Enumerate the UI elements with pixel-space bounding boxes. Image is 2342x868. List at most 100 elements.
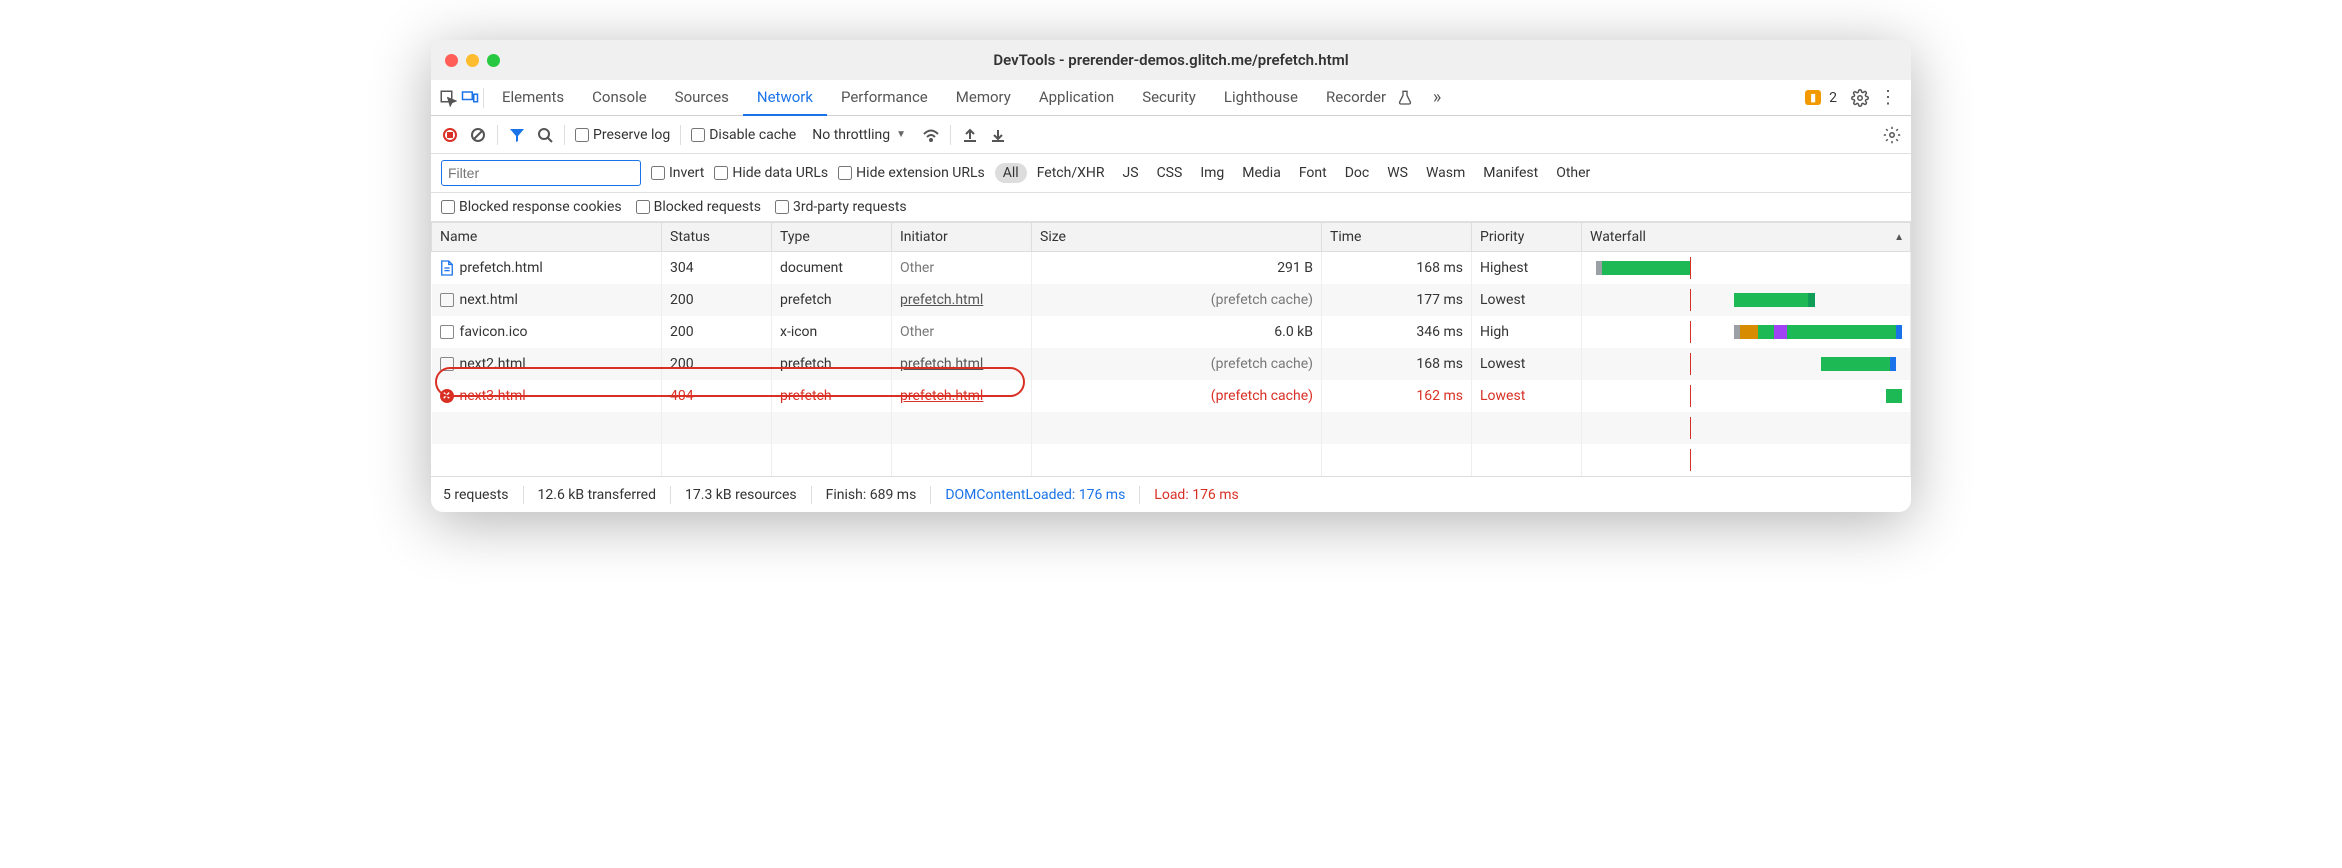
request-type: prefetch: [772, 284, 892, 316]
request-priority: Lowest: [1472, 380, 1582, 412]
search-icon[interactable]: [536, 126, 554, 144]
filter-type-media[interactable]: Media: [1234, 163, 1289, 183]
tab-console[interactable]: Console: [578, 80, 661, 116]
request-priority: Lowest: [1472, 284, 1582, 316]
tab-elements[interactable]: Elements: [488, 80, 578, 116]
throttling-select[interactable]: No throttling▼: [806, 125, 912, 145]
preserve-log-checkbox[interactable]: Preserve log: [575, 127, 670, 143]
traffic-lights: [445, 54, 500, 67]
column-size[interactable]: Size: [1032, 223, 1322, 252]
request-initiator[interactable]: prefetch.html: [892, 380, 1032, 412]
column-status[interactable]: Status: [662, 223, 772, 252]
column-name[interactable]: Name: [432, 223, 662, 252]
column-initiator[interactable]: Initiator: [892, 223, 1032, 252]
filter-type-img[interactable]: Img: [1192, 163, 1232, 183]
filter-type-ws[interactable]: WS: [1379, 163, 1416, 183]
upload-har-icon[interactable]: [961, 126, 979, 144]
filter-type-other[interactable]: Other: [1548, 163, 1598, 183]
filter-type-fetch-xhr[interactable]: Fetch/XHR: [1029, 163, 1113, 183]
empty-row: [432, 412, 1911, 444]
device-icon[interactable]: [461, 89, 479, 107]
table-row[interactable]: favicon.ico200x-iconOther6.0 kB346 msHig…: [432, 316, 1911, 348]
column-type[interactable]: Type: [772, 223, 892, 252]
separator: [950, 125, 951, 145]
request-waterfall: [1582, 380, 1911, 412]
request-name: next.html: [440, 292, 654, 308]
tab-recorder[interactable]: Recorder: [1312, 80, 1400, 116]
summary-load: Load: 176 ms: [1154, 487, 1238, 503]
summary-dcl: DOMContentLoaded: 176 ms: [945, 487, 1125, 503]
tab-network[interactable]: Network: [743, 80, 827, 116]
table-row[interactable]: next2.html200prefetchprefetch.html(prefe…: [432, 348, 1911, 380]
filter-type-wasm[interactable]: Wasm: [1418, 163, 1473, 183]
kebab-menu-icon[interactable]: ⋮: [1873, 87, 1903, 108]
filter-type-js[interactable]: JS: [1115, 163, 1147, 183]
column-time[interactable]: Time: [1322, 223, 1472, 252]
minimize-icon[interactable]: [466, 54, 479, 67]
filter-type-all[interactable]: All: [995, 163, 1027, 183]
tab-memory[interactable]: Memory: [942, 80, 1025, 116]
third-party-checkbox[interactable]: 3rd-party requests: [775, 199, 907, 215]
inspect-icon[interactable]: [439, 89, 457, 107]
more-tabs-icon[interactable]: »: [1428, 89, 1446, 107]
request-initiator: Other: [892, 316, 1032, 348]
column-priority[interactable]: Priority: [1472, 223, 1582, 252]
filter-type-manifest[interactable]: Manifest: [1475, 163, 1546, 183]
record-icon[interactable]: [441, 126, 459, 144]
tab-performance[interactable]: Performance: [827, 80, 942, 116]
tab-application[interactable]: Application: [1025, 80, 1128, 116]
close-icon[interactable]: [445, 54, 458, 67]
request-waterfall: [1582, 348, 1911, 380]
request-size: (prefetch cache): [1032, 348, 1322, 380]
request-status: 200: [662, 316, 772, 348]
request-size: (prefetch cache): [1032, 380, 1322, 412]
tab-lighthouse[interactable]: Lighthouse: [1210, 80, 1312, 116]
blocked-cookies-checkbox[interactable]: Blocked response cookies: [441, 199, 622, 215]
request-size: (prefetch cache): [1032, 284, 1322, 316]
warning-badge-icon[interactable]: ▮: [1805, 90, 1821, 105]
table-row[interactable]: next.html200prefetchprefetch.html(prefet…: [432, 284, 1911, 316]
download-har-icon[interactable]: [989, 126, 1007, 144]
request-time: 168 ms: [1322, 252, 1472, 285]
network-conditions-icon[interactable]: [922, 126, 940, 144]
request-status: 304: [662, 252, 772, 285]
zoom-icon[interactable]: [487, 54, 500, 67]
disable-cache-checkbox[interactable]: Disable cache: [691, 127, 796, 143]
warning-count[interactable]: 2: [1829, 90, 1837, 106]
filter-bar: Invert Hide data URLs Hide extension URL…: [431, 154, 1911, 193]
titlebar: DevTools - prerender-demos.glitch.me/pre…: [431, 40, 1911, 80]
filter-type-font[interactable]: Font: [1291, 163, 1335, 183]
settings-gear-icon[interactable]: [1851, 89, 1869, 107]
table-row[interactable]: ✕next3.html404prefetchprefetch.html(pref…: [432, 380, 1911, 412]
request-initiator[interactable]: prefetch.html: [892, 348, 1032, 380]
summary-requests: 5 requests: [443, 487, 509, 503]
invert-checkbox[interactable]: Invert: [651, 165, 704, 181]
settings-gear-icon[interactable]: [1883, 126, 1901, 144]
tab-sources[interactable]: Sources: [661, 80, 743, 116]
tab-security[interactable]: Security: [1128, 80, 1210, 116]
filter-input[interactable]: [441, 160, 641, 186]
request-type: x-icon: [772, 316, 892, 348]
request-time: 168 ms: [1322, 348, 1472, 380]
blocked-requests-checkbox[interactable]: Blocked requests: [636, 199, 761, 215]
hide-extension-urls-checkbox[interactable]: Hide extension URLs: [838, 165, 985, 181]
request-size: 6.0 kB: [1032, 316, 1322, 348]
requests-table-wrapper: NameStatusTypeInitiatorSizeTimePriorityW…: [431, 222, 1911, 476]
hide-data-urls-checkbox[interactable]: Hide data URLs: [714, 165, 828, 181]
window-title: DevTools - prerender-demos.glitch.me/pre…: [431, 51, 1911, 69]
request-size: 291 B: [1032, 252, 1322, 285]
filter-type-doc[interactable]: Doc: [1337, 163, 1378, 183]
devtools-window: DevTools - prerender-demos.glitch.me/pre…: [431, 40, 1911, 512]
summary-transferred: 12.6 kB transferred: [538, 487, 657, 503]
filter-icon[interactable]: [508, 126, 526, 144]
filter-type-css[interactable]: CSS: [1149, 163, 1191, 183]
empty-row: [432, 444, 1911, 476]
clear-icon[interactable]: [469, 126, 487, 144]
table-row[interactable]: prefetch.html304documentOther291 B168 ms…: [432, 252, 1911, 285]
request-time: 162 ms: [1322, 380, 1472, 412]
request-waterfall: [1582, 252, 1911, 285]
request-initiator[interactable]: prefetch.html: [892, 284, 1032, 316]
requests-table: NameStatusTypeInitiatorSizeTimePriorityW…: [431, 222, 1911, 476]
column-waterfall[interactable]: Waterfall▲: [1582, 223, 1911, 252]
request-type: document: [772, 252, 892, 285]
